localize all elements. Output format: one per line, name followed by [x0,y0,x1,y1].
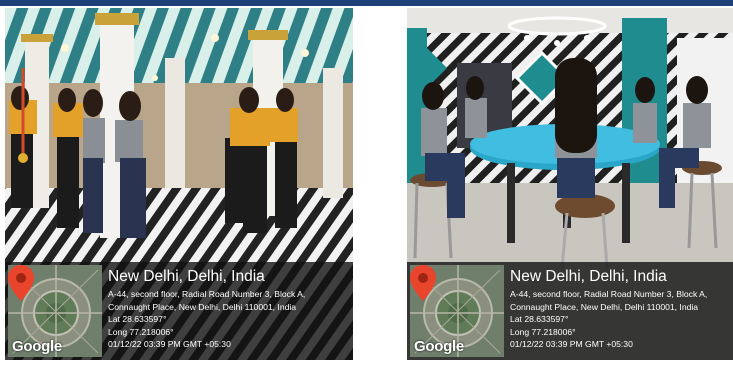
geo-info: New Delhi, Delhi, India A-44, second flo… [510,268,729,351]
map-thumbnail: Google [410,265,504,357]
top-bar [0,0,733,6]
longitude: Long 77.218006° [510,326,576,337]
location-pin-icon [8,265,34,301]
google-logo: Google [414,338,464,355]
map-thumbnail: Google [8,265,102,357]
location-title: New Delhi, Delhi, India [510,268,667,285]
location-pin-icon [410,265,436,301]
latitude: Lat 28.633597° [108,314,167,325]
geotagged-photo: Google New Delhi, Delhi, India A-44, sec… [407,8,733,360]
location-title: New Delhi, Delhi, India [108,268,265,285]
address-line-1: A-44, second floor, Radial Road Number 3… [108,289,306,299]
geo-info: New Delhi, Delhi, India A-44, second flo… [108,268,349,351]
geo-overlay: Google New Delhi, Delhi, India A-44, sec… [407,262,733,360]
google-logo: Google [12,338,62,355]
latitude: Lat 28.633597° [510,314,569,325]
address-line-1: A-44, second floor, Radial Road Number 3… [510,289,708,299]
address-line-2: Connaught Place, New Delhi, Delhi 110001… [108,301,297,312]
timestamp: 01/12/22 03:39 PM GMT +05:30 [510,339,633,350]
geotagged-photo: Google New Delhi, Delhi, India A-44, sec… [5,8,353,360]
address-line-2: Connaught Place, New Delhi, Delhi 110001… [510,301,699,312]
timestamp: 01/12/22 03:39 PM GMT +05:30 [108,339,231,350]
longitude: Long 77.218006° [108,326,174,337]
geo-overlay: Google New Delhi, Delhi, India A-44, sec… [5,262,353,360]
